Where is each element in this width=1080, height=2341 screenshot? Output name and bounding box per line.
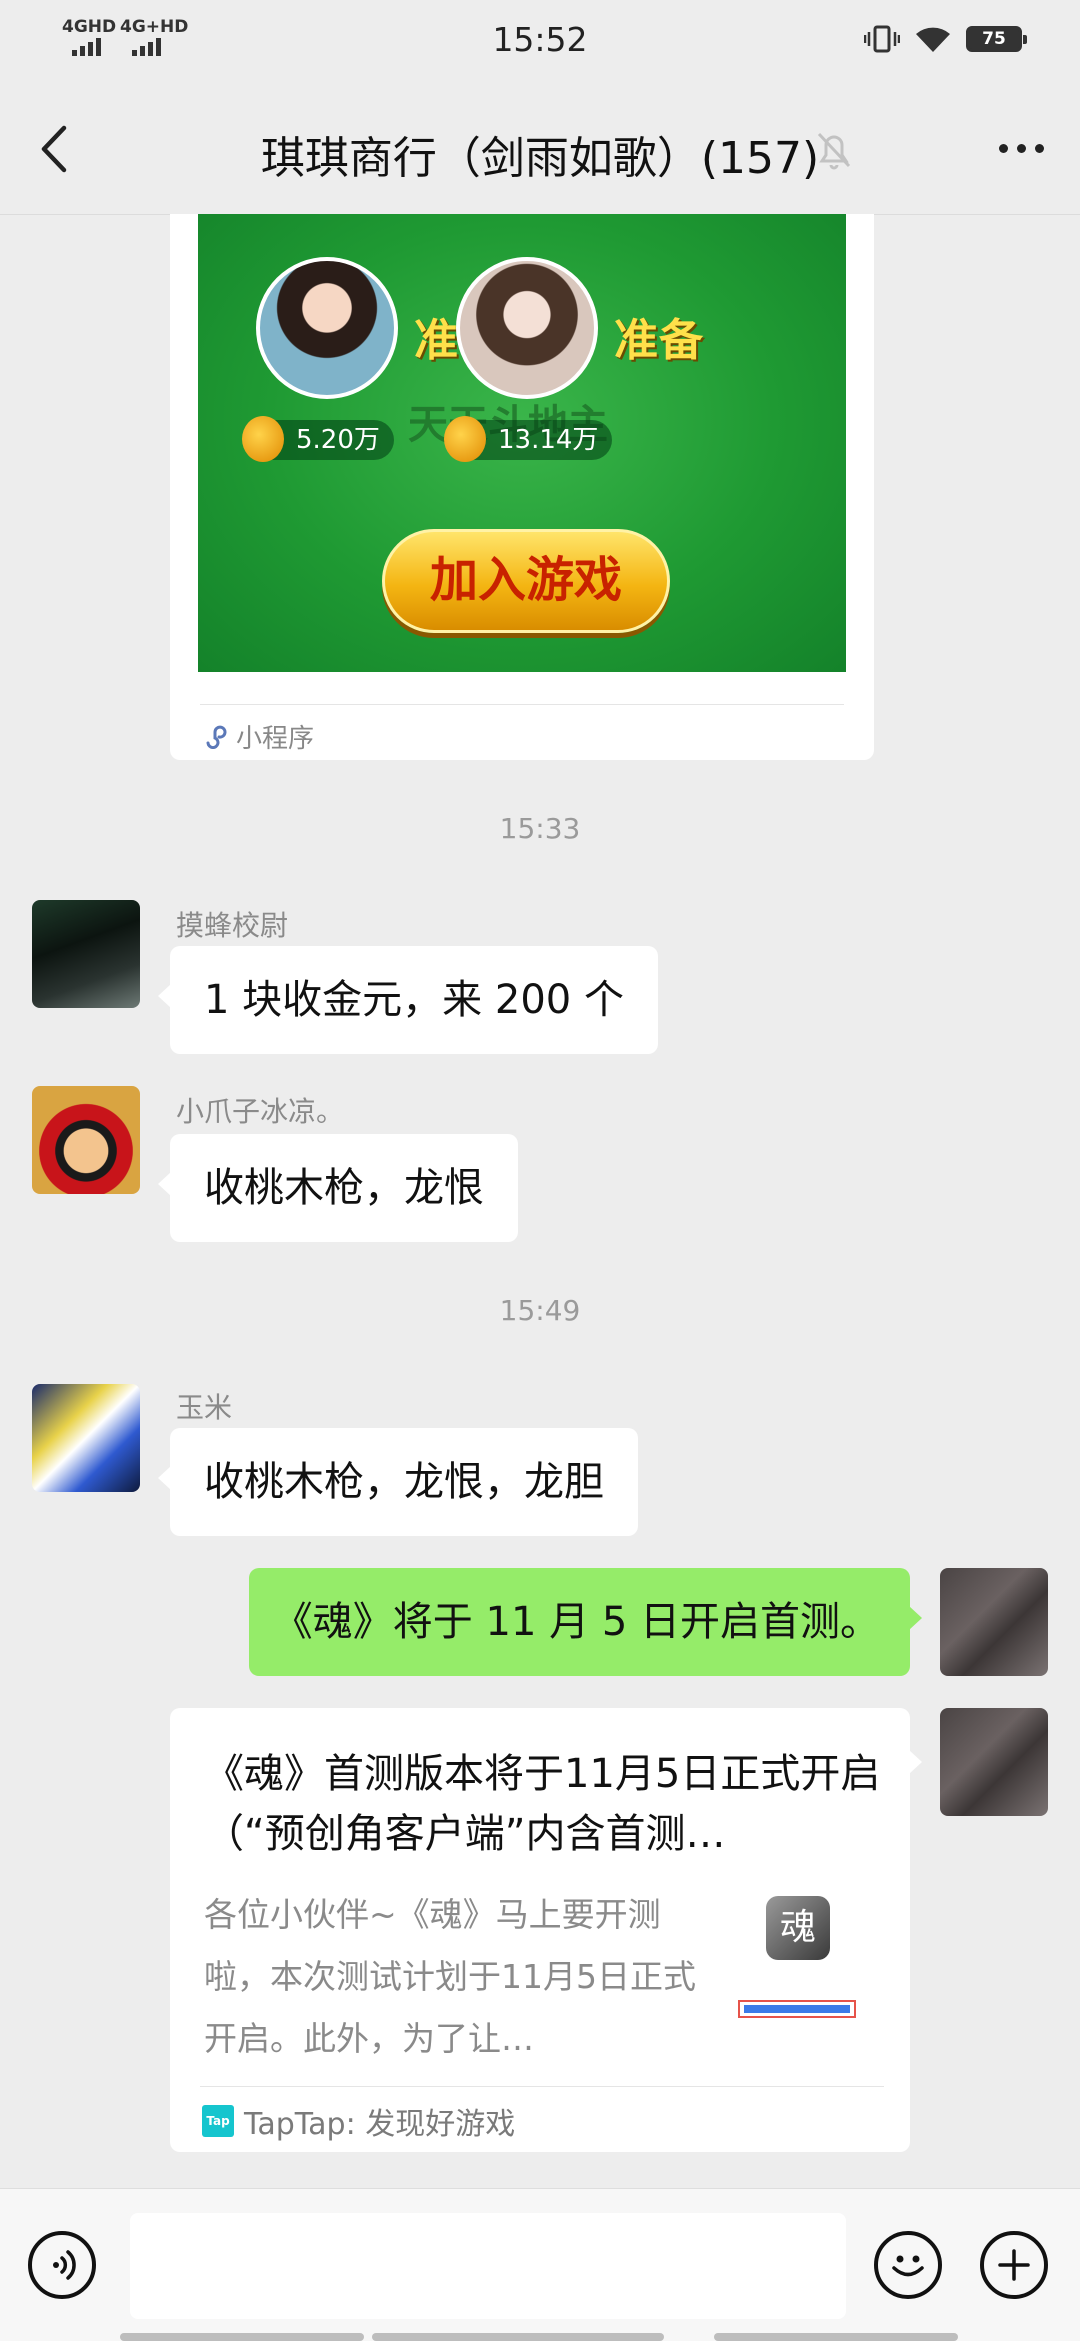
input-bar: [0, 2188, 1080, 2341]
link-description: 各位小伙伴~《魂》马上要开测啦，本次测试计划于11月5日正式开启。此外，为了让…: [204, 1895, 696, 2058]
mute-bell-icon: [817, 132, 851, 170]
status-bar: 4GHD 4G+HD 15:52 75: [0, 0, 1080, 84]
mini-program-card[interactable]: 准备 准备 天天斗地主 5.20万 13.14万 加入游戏 小程序: [170, 214, 874, 760]
mini-program-icon: [206, 725, 227, 749]
coin-icon: [242, 416, 284, 462]
player1-coins: 5.20万: [242, 416, 394, 462]
chat-title: 琪琪商行（剑雨如歌）(157): [260, 133, 820, 184]
battery-icon: 75: [966, 26, 1027, 52]
emoji-button[interactable]: [874, 2231, 942, 2299]
avatar[interactable]: [32, 1384, 140, 1492]
voice-input-button[interactable]: [28, 2231, 96, 2299]
link-source: Tap TapTap: 发现好游戏: [202, 2098, 515, 2144]
voice-icon: [53, 2250, 76, 2280]
emoji-icon: [892, 2255, 924, 2277]
plus-button[interactable]: [980, 2231, 1048, 2299]
divider: [200, 704, 844, 705]
chat-header: 琪琪商行（剑雨如歌）(157): [0, 84, 1080, 215]
sender-name: 玉米: [176, 1391, 233, 1424]
timestamp: 15:49: [499, 1294, 581, 1327]
plus-icon: [998, 2249, 1030, 2281]
player2-coins: 13.14万: [444, 416, 613, 462]
coin-icon: [444, 416, 486, 462]
taptap-icon: Tap: [202, 2105, 234, 2137]
more-options-icon[interactable]: [999, 144, 1044, 153]
sender-name: 摸蜂校尉: [176, 909, 289, 942]
player1-avatar: [256, 257, 398, 399]
vibrate-icon: [864, 25, 900, 53]
wifi-icon: [916, 27, 950, 52]
my-message-bubble[interactable]: 《魂》将于 11 月 5 日开启首测。: [248, 1568, 923, 1676]
link-thumbnail: 魂: [728, 1896, 870, 2018]
avatar[interactable]: [32, 1086, 140, 1194]
mini-program-source: 小程序: [204, 714, 314, 758]
avatar[interactable]: [32, 900, 140, 1008]
message-bubble[interactable]: 收桃木枪，龙恨，龙胆: [158, 1428, 638, 1536]
join-game-button[interactable]: 加入游戏: [382, 529, 670, 633]
my-avatar[interactable]: [940, 1568, 1048, 1676]
timestamp: 15:33: [499, 812, 581, 845]
my-avatar[interactable]: [940, 1708, 1048, 1816]
message-bubble[interactable]: 1 块收金元，来 200 个: [158, 946, 658, 1054]
game-app-icon: 魂: [766, 1896, 830, 1960]
divider: [200, 2086, 884, 2087]
sender-name: 小爪子冰凉。: [176, 1095, 345, 1128]
message-input[interactable]: [130, 2213, 846, 2319]
shared-link-card[interactable]: 《魂》首测版本将于11月5日正式开启（“预创角客户端”内含首测… 各位小伙伴~《…: [170, 1708, 922, 2152]
link-title: 《魂》首测版本将于11月5日正式开启（“预创角客户端”内含首测…: [204, 1751, 881, 1857]
game-preview-image: 准备 准备 天天斗地主 5.20万 13.14万 加入游戏: [198, 214, 846, 672]
message-bubble[interactable]: 收桃木枪，龙恨: [158, 1134, 518, 1242]
player2-avatar: [456, 257, 598, 399]
player2-ready-label: 准备: [614, 315, 704, 366]
battery-level: 75: [982, 29, 1006, 49]
